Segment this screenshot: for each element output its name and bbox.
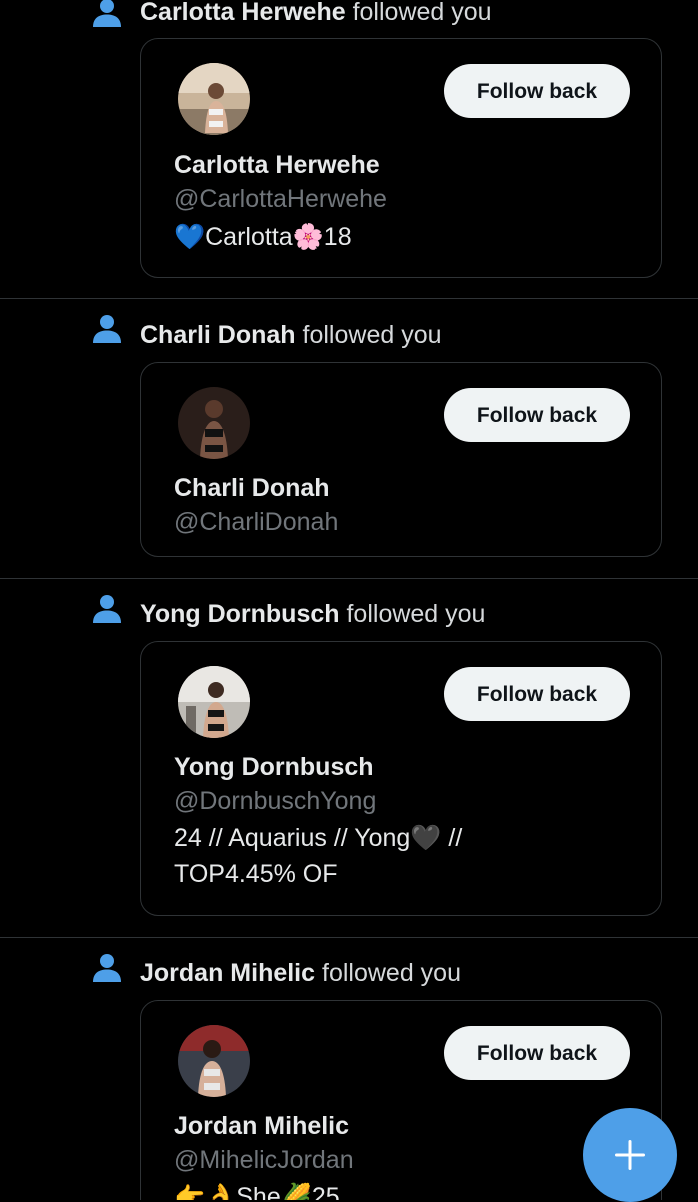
person-icon xyxy=(93,954,121,982)
notification-headline: Jordan Mihelic followed you xyxy=(140,957,461,989)
user-handle[interactable]: @MihelicJordan xyxy=(174,1145,354,1175)
avatar[interactable] xyxy=(178,63,250,135)
user-handle[interactable]: @CarlottaHerwehe xyxy=(174,184,387,214)
follower-name[interactable]: Carlotta Herwehe xyxy=(140,0,346,26)
notification-action: followed you xyxy=(322,959,461,987)
user-bio: 👉👌She🌽25 xyxy=(174,1183,340,1200)
plus-icon xyxy=(615,1140,645,1170)
display-name[interactable]: Carlotta Herwehe xyxy=(174,150,380,180)
user-bio: 24 // Aquarius // Yong🖤 // TOP4.45% OF xyxy=(174,824,463,888)
display-name[interactable]: Jordan Mihelic xyxy=(174,1111,349,1141)
user-bio: 💙Carlotta🌸18 xyxy=(174,223,352,251)
follow-back-button[interactable]: Follow back xyxy=(444,667,630,721)
notification-headline: Charli Donah followed you xyxy=(140,319,442,351)
user-card[interactable]: Follow back Jordan Mihelic @MihelicJorda… xyxy=(140,1000,662,1200)
notification-action: followed you xyxy=(302,321,442,349)
notification-headline: Carlotta Herwehe followed you xyxy=(140,0,492,28)
compose-button[interactable] xyxy=(583,1108,677,1202)
display-name[interactable]: Charli Donah xyxy=(174,473,330,503)
user-card[interactable]: Follow back Charli Donah @CharliDonah xyxy=(140,362,662,557)
follow-back-button[interactable]: Follow back xyxy=(444,1026,630,1080)
notification-item[interactable]: Charli Donah followed you Follow back Ch… xyxy=(0,299,698,578)
person-icon xyxy=(93,315,121,343)
notification-action: followed you xyxy=(346,600,486,628)
follow-back-button[interactable]: Follow back xyxy=(444,388,630,442)
notification-item[interactable]: Yong Dornbusch followed you Follow back … xyxy=(0,579,698,937)
follow-back-button[interactable]: Follow back xyxy=(444,64,630,118)
follower-name[interactable]: Charli Donah xyxy=(140,321,296,349)
follower-name[interactable]: Jordan Mihelic xyxy=(140,959,315,987)
person-icon xyxy=(93,595,121,623)
avatar[interactable] xyxy=(178,1025,250,1097)
user-card[interactable]: Follow back Yong Dornbusch @DornbuschYon… xyxy=(140,641,662,916)
user-handle[interactable]: @CharliDonah xyxy=(174,507,338,537)
notification-headline: Yong Dornbusch followed you xyxy=(140,598,485,630)
follower-name[interactable]: Yong Dornbusch xyxy=(140,600,340,628)
notification-item[interactable]: Carlotta Herwehe followed you Follow bac… xyxy=(0,0,698,298)
person-icon xyxy=(93,0,121,27)
avatar[interactable] xyxy=(178,666,250,738)
notification-action: followed you xyxy=(352,0,492,26)
avatar[interactable] xyxy=(178,387,250,459)
display-name[interactable]: Yong Dornbusch xyxy=(174,752,374,782)
user-handle[interactable]: @DornbuschYong xyxy=(174,786,376,816)
user-card[interactable]: Follow back Carlotta Herwehe @CarlottaHe… xyxy=(140,38,662,278)
